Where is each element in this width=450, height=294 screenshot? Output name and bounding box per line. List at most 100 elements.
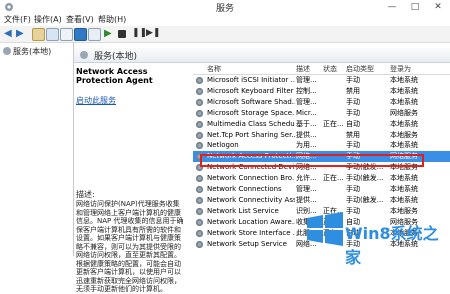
column-log-on-as[interactable]: 登录为 [390,64,411,74]
column-startup-type[interactable]: 启动类型 [346,64,374,74]
title-bar: 服务 — □ ✕ [0,0,450,15]
pane-header: 服务(本地) [74,48,450,63]
service-logon-cell: 本地系统 [390,76,418,84]
table-row[interactable]: Microsoft iSCSI Initiator ... 管理... 手动 本地系统 [193,75,450,86]
table-row[interactable]: Network Connection Bro... 允许... 正在... 手动(触发… [193,173,450,184]
service-name-cell: Network Connectivity Ass... [207,195,295,204]
service-name-cell: Netlogon [207,141,239,150]
refresh-icon[interactable] [60,28,73,41]
service-startup-cell: 禁用 [346,86,360,95]
menu-view[interactable]: 查看(V) [66,14,94,26]
windows-logo-watermark [307,212,343,246]
service-description-cell: 管理... [296,76,317,84]
service-name-cell: Network Setup Service [207,239,287,248]
table-row[interactable]: Network Connections 管理... 手动 本地系统 [193,184,450,195]
forward-icon[interactable]: ▶ [16,28,27,39]
service-name-cell: Network Location Aware... [207,217,295,226]
help-icon[interactable] [74,28,87,41]
stop-service-icon[interactable] [118,30,126,38]
service-gear-icon [196,240,203,248]
service-gear-icon [196,109,203,117]
service-gear-icon [196,229,203,237]
service-gear-icon [196,142,203,150]
table-row[interactable]: Net.Tcp Port Sharing Ser... 提供... 禁用 本地服务 [193,130,450,141]
service-name-cell: Microsoft iSCSI Initiator ... [207,76,295,84]
export-list-icon[interactable] [88,28,101,41]
menu-bar: 文件(F) 操作(A) 查看(V) 帮助(H) [0,14,450,26]
service-name-cell: Network Connections [207,185,282,193]
toolbar: ◀ ▶ ▶ ❚❚ ▶❚ [0,26,450,43]
service-name-cell: Net.Tcp Port Sharing Ser... [207,130,295,139]
service-gear-icon [196,120,203,128]
service-startup-cell: 手动 [346,97,360,106]
service-logon-cell: 本地系统 [390,185,418,193]
service-status-cell: 正在... [323,119,344,128]
column-description[interactable]: 描述 [296,64,310,74]
maximize-button[interactable]: □ [403,0,427,14]
description-label: 描述: [76,190,95,199]
service-gear-icon [196,207,203,215]
properties-icon[interactable] [46,28,59,41]
pane-header-title: 服务(本地) [94,52,138,62]
minimize-button[interactable]: — [380,0,404,14]
service-description-cell: 允许... [296,174,317,183]
table-row[interactable]: Microsoft Keyboard Filter 控制... 禁用 本地系统 [193,86,450,97]
service-description-cell: 提供... [296,130,317,139]
service-gear-icon [196,175,203,183]
tree-item-services-local[interactable]: 服务(本地) [3,46,51,57]
service-gear-icon [196,131,203,139]
column-name[interactable]: 名称 [207,64,221,74]
description-text: 网络访问保护(NAP)代理服务收集和管理网络上客户端计算机的健康信息。NAP 代… [76,200,184,293]
service-name-heading: Network Access Protection Agent [76,67,153,85]
service-startup-cell: 手动 [346,108,360,117]
gear-icon [80,51,88,59]
menu-file[interactable]: 文件(F) [4,14,31,26]
service-startup-cell: 自动 [346,119,360,128]
service-startup-cell: 禁用 [346,130,360,139]
service-gear-icon [196,218,203,226]
highlight-outline [200,154,424,167]
service-name-cell: Multimedia Class Schedul... [207,119,295,128]
list-header: 名称 描述 状态 启动类型 登录为 [193,63,450,75]
service-gear-icon [196,196,203,204]
service-description-cell: 管理... [296,185,317,193]
menu-help[interactable]: 帮助(H) [98,14,126,26]
close-button[interactable]: ✕ [426,0,450,14]
service-gear-icon [196,186,203,193]
start-service-icon[interactable]: ▶ [104,28,115,39]
service-gear-icon [196,98,203,106]
service-logon-cell: 本地服务 [390,206,418,215]
menu-action[interactable]: 操作(A) [34,14,62,26]
service-description-cell: 基于... [296,119,317,128]
service-logon-cell: 本地系统 [390,119,418,128]
service-description-cell: 管理... [296,97,317,106]
console-tree: 服务(本地) [0,43,74,256]
service-startup-cell: 手动 [346,185,360,193]
service-gear-icon [196,77,203,84]
table-row[interactable]: Netlogon 为用... 手动 本地系统 [193,140,450,151]
service-description-cell: Micr... [296,108,317,117]
pause-service-icon[interactable]: ❚❚ [132,28,147,39]
service-description-cell: 提供... [296,195,317,204]
start-service-link[interactable]: 启动此服务 [76,95,116,106]
service-logon-cell: 本地系统 [390,141,418,150]
service-logon-cell: 网络服务 [390,108,418,117]
service-logon-cell: 本地服务 [390,130,418,139]
service-description-cell: 为用... [296,141,317,150]
service-status-cell: 正在... [323,174,344,183]
table-row[interactable]: Network Connectivity Ass... 提供... 手动(触发...… [193,195,450,206]
service-name-cell: Microsoft Software Shad... [207,97,295,106]
service-logon-cell: 本地系统 [390,195,418,204]
show-tree-icon[interactable] [32,28,45,41]
table-row[interactable]: Microsoft Storage Space... Micr... 手动 网络服务 [193,108,450,119]
service-startup-cell: 手动 [346,141,360,150]
column-status[interactable]: 状态 [323,64,337,74]
back-icon[interactable]: ◀ [4,28,15,39]
restart-service-icon[interactable]: ▶❚ [146,28,160,39]
service-name-cell: Network Connection Bro... [207,174,295,183]
service-logon-cell: 本地系统 [390,174,418,183]
service-name-cell: Microsoft Storage Space... [207,108,295,117]
description-pane: Network Access Protection Agent 启动此服务 描述… [76,63,190,293]
table-row[interactable]: Microsoft Software Shad... 管理... 手动 本地系统 [193,97,450,108]
table-row[interactable]: Multimedia Class Schedul... 基于... 正在... 自动 本… [193,119,450,130]
